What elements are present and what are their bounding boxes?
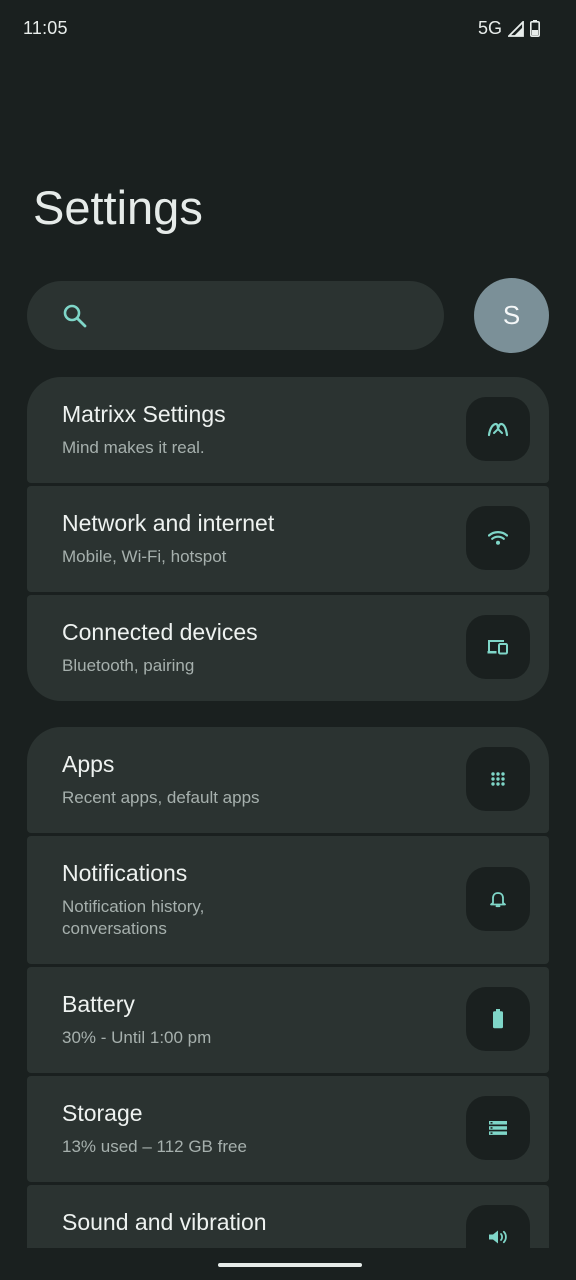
- settings-item-subtitle: Bluetooth, pairing: [62, 656, 195, 675]
- settings-item-storage[interactable]: Storage 13% used – 112 GB free: [27, 1076, 549, 1182]
- matrixx-logo-icon: [466, 397, 530, 461]
- settings-item-title: Sound and vibration: [62, 1209, 267, 1235]
- gesture-nav-handle[interactable]: [218, 1263, 362, 1267]
- settings-item-sound[interactable]: Sound and vibration: [27, 1185, 549, 1248]
- settings-item-matrixx[interactable]: Matrixx Settings Mind makes it real.: [27, 377, 549, 483]
- settings-item-notifications[interactable]: Notifications Notification history, conv…: [27, 836, 549, 964]
- settings-item-subtitle: Notification history, conversations: [62, 897, 205, 938]
- settings-item-subtitle: Mind makes it real.: [62, 438, 205, 457]
- settings-list: Matrixx Settings Mind makes it real. Net…: [0, 0, 576, 1248]
- settings-item-subtitle: 30% - Until 1:00 pm: [62, 1028, 212, 1047]
- devices-icon: [466, 615, 530, 679]
- settings-item-apps[interactable]: Apps Recent apps, default apps: [27, 727, 549, 833]
- settings-item-connected-devices[interactable]: Connected devices Bluetooth, pairing: [27, 595, 549, 701]
- settings-item-title: Network and internet: [62, 510, 275, 536]
- battery-icon: [466, 987, 530, 1051]
- settings-item-battery[interactable]: Battery 30% - Until 1:00 pm: [27, 967, 549, 1073]
- apps-grid-icon: [466, 747, 530, 811]
- settings-item-title: Connected devices: [62, 619, 258, 645]
- bell-icon: [466, 867, 530, 931]
- settings-item-title: Battery: [62, 991, 135, 1017]
- settings-item-subtitle: 13% used – 112 GB free: [62, 1137, 247, 1156]
- storage-icon: [466, 1096, 530, 1160]
- settings-item-title: Apps: [62, 751, 115, 777]
- settings-group-1: Matrixx Settings Mind makes it real. Net…: [27, 377, 549, 701]
- settings-item-subtitle: Recent apps, default apps: [62, 788, 260, 807]
- volume-icon: [466, 1205, 530, 1248]
- settings-item-subtitle: Mobile, Wi-Fi, hotspot: [62, 547, 227, 566]
- settings-item-title: Matrixx Settings: [62, 401, 226, 427]
- settings-item-title: Notifications: [62, 860, 188, 886]
- settings-item-network[interactable]: Network and internet Mobile, Wi-Fi, hots…: [27, 486, 549, 592]
- settings-group-2: Apps Recent apps, default apps Notificat…: [27, 727, 549, 1248]
- settings-item-title: Storage: [62, 1100, 143, 1126]
- wifi-icon: [466, 506, 530, 570]
